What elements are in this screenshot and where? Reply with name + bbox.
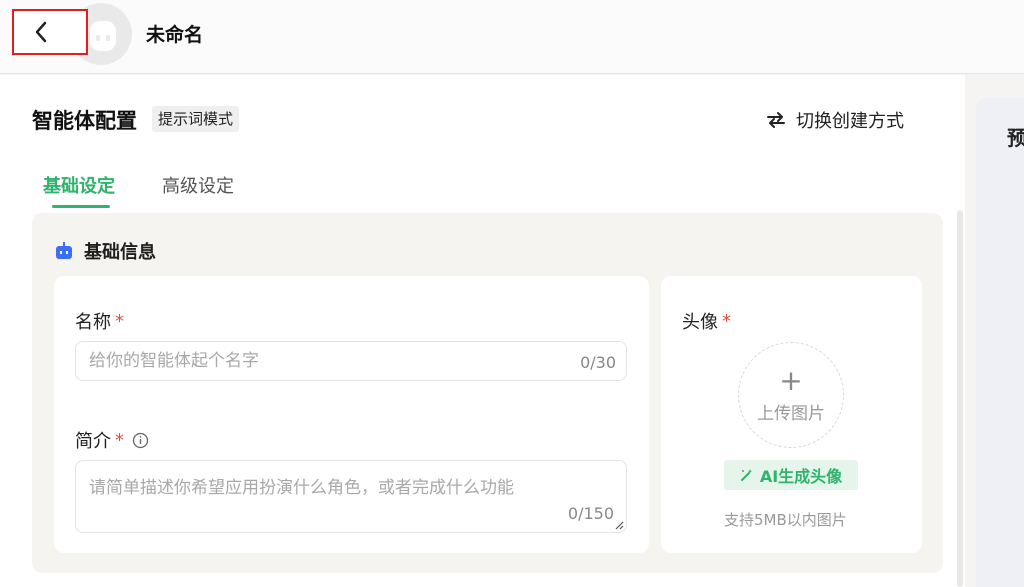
avatar-label-text: 头像 xyxy=(682,312,718,333)
ai-generate-avatar-button[interactable]: AI生成头像 xyxy=(724,460,858,490)
info-icon[interactable] xyxy=(132,432,149,449)
resize-handle-icon[interactable] xyxy=(614,520,624,530)
name-label-text: 名称 xyxy=(75,312,111,333)
chevron-left-icon xyxy=(35,21,47,43)
name-field-wrapper: 0/30 xyxy=(75,341,627,381)
active-tab-indicator xyxy=(52,205,110,208)
preview-title: 预 xyxy=(1007,126,1024,150)
agent-title: 未命名 xyxy=(146,24,204,46)
robot-icon xyxy=(56,242,72,259)
intro-textarea[interactable] xyxy=(87,471,611,505)
upload-image-button[interactable]: + 上传图片 xyxy=(738,342,844,448)
basic-info-title: 基础信息 xyxy=(84,242,156,263)
required-mark: * xyxy=(115,310,124,332)
ai-button-label: AI生成头像 xyxy=(759,467,843,486)
upload-label: 上传图片 xyxy=(757,403,825,424)
name-label: 名称 * xyxy=(75,308,124,334)
avatar-label: 头像 * xyxy=(682,308,731,334)
config-title: 智能体配置 xyxy=(32,109,137,133)
back-button[interactable] xyxy=(12,9,88,55)
tab-advanced[interactable]: 高级设定 xyxy=(162,172,234,198)
required-mark: * xyxy=(115,429,124,451)
intro-label: 简介 * xyxy=(75,427,149,453)
magic-wand-icon xyxy=(740,469,753,481)
intro-label-text: 简介 xyxy=(75,431,111,452)
required-mark: * xyxy=(722,310,731,332)
top-header: 未命名 xyxy=(0,0,1024,74)
switch-label: 切换创建方式 xyxy=(796,111,904,132)
intro-field-wrapper: 0/150 xyxy=(75,460,627,533)
name-intro-card: 名称 * 0/30 简介 * 0/150 xyxy=(54,276,649,553)
upload-hint: 支持5MB以内图片 xyxy=(724,511,847,529)
swap-arrows-icon xyxy=(767,112,785,128)
avatar-card: 头像 * + 上传图片 AI生成头像 支持5MB以内图片 xyxy=(661,276,922,553)
plus-icon: + xyxy=(779,363,803,397)
robot-head-icon xyxy=(90,21,116,51)
name-counter: 0/30 xyxy=(580,353,616,372)
config-scrollbar[interactable] xyxy=(957,210,963,587)
tab-basic[interactable]: 基础设定 xyxy=(43,172,115,198)
name-input[interactable] xyxy=(87,350,561,372)
mode-badge: 提示词模式 xyxy=(152,106,240,132)
basic-info-section: 基础信息 名称 * 0/30 简介 * 0/150 xyxy=(32,213,943,573)
switch-create-mode-button[interactable]: 切换创建方式 xyxy=(766,107,904,133)
preview-panel xyxy=(976,98,1024,587)
intro-counter: 0/150 xyxy=(567,504,614,523)
basic-info-header: 基础信息 xyxy=(54,238,156,264)
